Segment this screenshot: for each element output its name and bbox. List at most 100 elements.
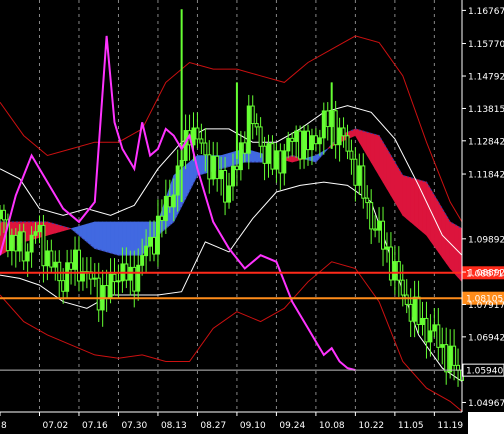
- cloud-segment: [378, 134, 384, 184]
- candle-body: [1, 209, 6, 221]
- candle-body: [29, 234, 34, 253]
- y-tick-label: 1.12842: [468, 137, 504, 147]
- x-tick-label: 11.05: [398, 421, 424, 431]
- candle-body: [266, 143, 271, 164]
- x-tick-label: 08.27: [200, 421, 226, 431]
- y-tick-label: 1.11842: [468, 171, 504, 181]
- candle-body: [262, 145, 267, 164]
- candle-body: [65, 262, 70, 292]
- candle-body: [136, 264, 141, 292]
- candle-body: [282, 150, 287, 174]
- candle-body: [349, 150, 354, 160]
- candle-body: [148, 236, 153, 247]
- cloud-segment: [370, 132, 376, 170]
- candle-body: [155, 215, 160, 255]
- cloud-segment: [252, 150, 257, 163]
- candle-body: [167, 195, 172, 208]
- cloud-segment: [114, 221, 119, 256]
- cloud-segment: [130, 221, 135, 256]
- cloud-segment: [224, 152, 230, 169]
- candle-body: [21, 231, 26, 262]
- candle-body: [37, 224, 42, 233]
- cloud-segment: [398, 167, 404, 217]
- cloud-segment: [228, 151, 234, 167]
- y-tick-label: 1.04967: [468, 399, 504, 409]
- candle-body: [274, 150, 279, 170]
- candle-body: [0, 209, 2, 220]
- cloud-segment: [110, 221, 115, 255]
- candle-body: [227, 185, 232, 203]
- candle-body: [302, 130, 307, 160]
- candle-body: [321, 110, 326, 139]
- candle-body: [424, 317, 429, 343]
- candle-body: [286, 137, 291, 152]
- x-tick-label: 07.16: [82, 421, 108, 431]
- candle-body: [17, 231, 22, 252]
- cloud-segment: [402, 175, 408, 220]
- candle-body: [294, 130, 299, 142]
- candle-body: [412, 296, 417, 322]
- candle-body: [357, 165, 362, 186]
- candle-body: [428, 330, 433, 343]
- candle-body: [381, 220, 386, 250]
- cloud-segment: [426, 180, 431, 242]
- candle-body: [361, 165, 366, 199]
- candle-body: [306, 130, 310, 151]
- candle-body: [53, 261, 58, 268]
- candle-body: [207, 154, 212, 180]
- y-tick-label: 1.06942: [468, 333, 504, 343]
- cloud-segment: [94, 221, 100, 251]
- candle-body: [175, 165, 180, 196]
- candle-body: [199, 138, 204, 144]
- cloud-segment: [98, 221, 103, 252]
- candle-body: [246, 105, 251, 154]
- candle-body: [317, 137, 322, 145]
- y-tick-label: 1.14792: [468, 73, 504, 83]
- candle-body: [203, 142, 208, 156]
- candle-body: [416, 296, 421, 326]
- candle-body: [298, 130, 303, 160]
- candle-body: [258, 126, 263, 147]
- candle-body: [96, 277, 101, 311]
- candle-body: [223, 169, 228, 203]
- cloud-segment: [449, 221, 455, 274]
- x-tick-label: 11.19: [437, 421, 463, 431]
- cloud-segment: [410, 177, 415, 226]
- cloud-segment: [122, 221, 127, 256]
- x-tick-label: 10.22: [358, 421, 384, 431]
- x-tick-label: 07.02: [42, 421, 68, 431]
- cloud-segment: [201, 155, 206, 175]
- y-tick-label: 1.16767: [468, 7, 504, 17]
- candle-body: [45, 250, 50, 267]
- candle-body: [108, 273, 113, 299]
- candle-body: [309, 135, 314, 151]
- candle-body: [195, 127, 200, 140]
- cloud-segment: [137, 221, 143, 256]
- candle-body: [337, 127, 342, 146]
- x-tick-label: 09.10: [240, 421, 266, 431]
- candle-body: [384, 246, 389, 250]
- x-tick-label: 8: [1, 421, 7, 431]
- candle-body: [448, 345, 453, 373]
- candle-body: [242, 142, 247, 154]
- cloud-segment: [90, 221, 96, 250]
- cloud-segment: [414, 178, 419, 230]
- candle-body: [73, 249, 78, 270]
- candle-body: [408, 303, 413, 322]
- cloud-segment: [386, 147, 392, 197]
- cloud-segment: [220, 153, 226, 170]
- candle-body: [219, 169, 224, 180]
- corner-panel: [468, 412, 504, 434]
- candle-body: [69, 262, 74, 270]
- candle-body: [92, 277, 97, 280]
- candle-body: [377, 220, 382, 231]
- candle-body: [290, 137, 295, 142]
- candle-body: [313, 135, 318, 145]
- y-tick-label: 1.15770: [468, 40, 504, 50]
- cloud-segment: [390, 154, 396, 204]
- cloud-segment: [106, 221, 111, 254]
- candle-body: [420, 317, 425, 326]
- candle-body: [132, 266, 137, 292]
- candle-body: [278, 150, 283, 174]
- candle-body: [325, 110, 330, 128]
